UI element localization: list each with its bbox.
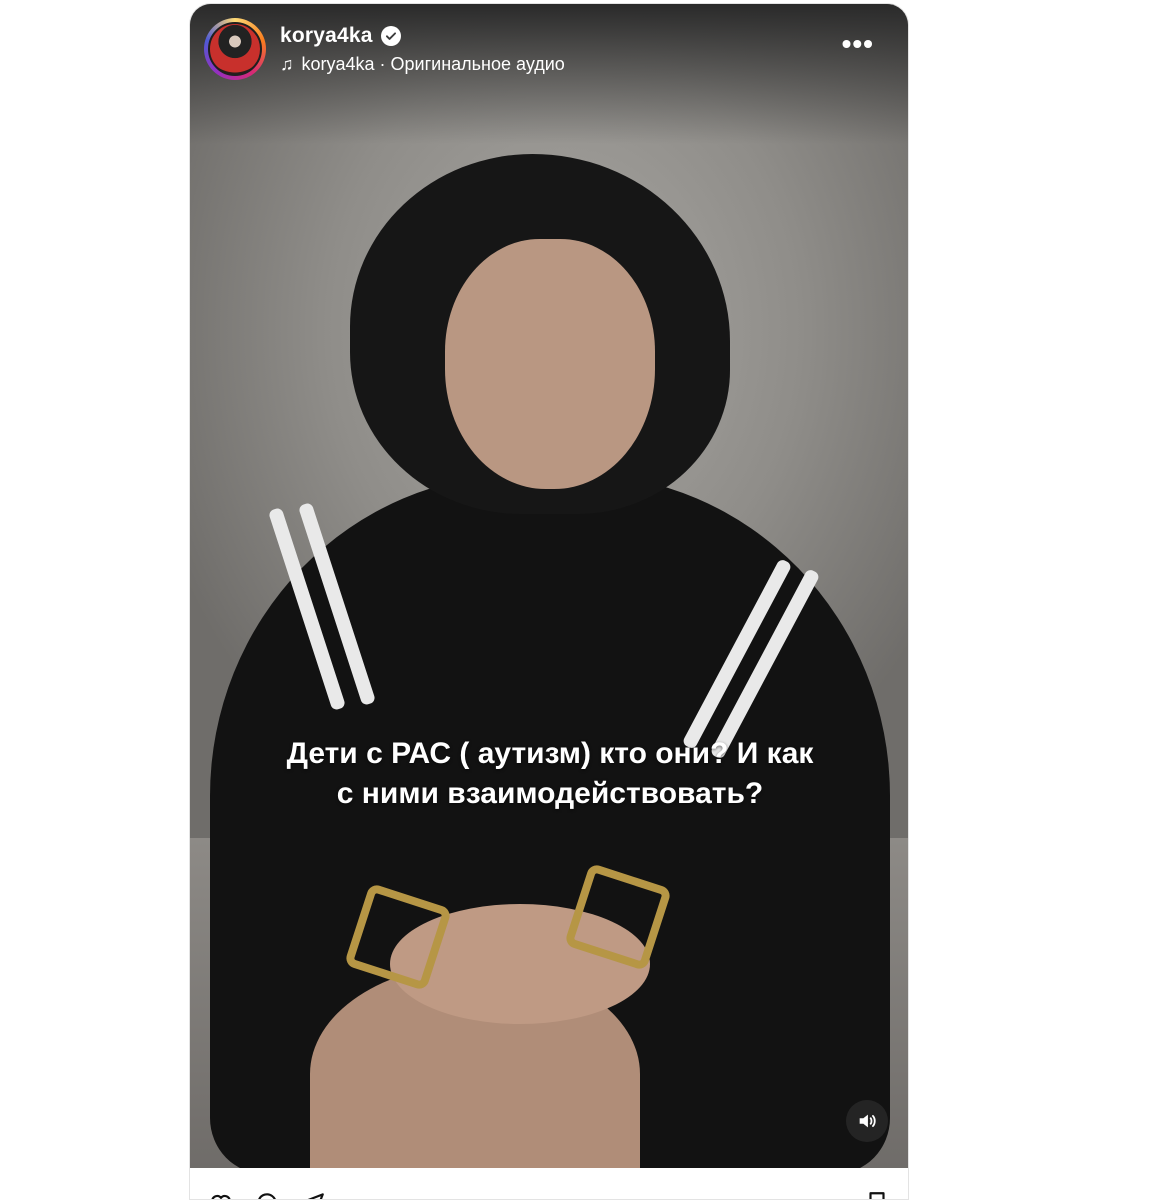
- caption-line-2: с ними взаимодействовать?: [336, 777, 764, 810]
- post-meta: korya4ka ♫ korya4ka · Оригинальное аудио: [280, 24, 565, 75]
- like-button[interactable]: [208, 1190, 234, 1199]
- reel-post-card: Дети с РАС ( аутизм) кто они? И как с ни…: [189, 3, 909, 1200]
- post-header: korya4ka ♫ korya4ka · Оригинальное аудио…: [190, 4, 908, 94]
- heart-icon: [211, 1194, 231, 1199]
- audio-row[interactable]: ♫ korya4ka · Оригинальное аудио: [280, 54, 565, 75]
- sound-on-icon: [859, 1114, 876, 1128]
- avatar-story-ring[interactable]: [204, 18, 266, 80]
- share-icon: [307, 1193, 324, 1199]
- bookmark-icon: [869, 1192, 885, 1199]
- music-note-icon: ♫: [280, 54, 294, 74]
- audio-label[interactable]: korya4ka · Оригинальное аудио: [302, 54, 565, 75]
- reel-video[interactable]: Дети с РАС ( аутизм) кто они? И как с ни…: [190, 4, 908, 1184]
- user-row: korya4ka: [280, 24, 565, 48]
- verified-badge-icon: [380, 25, 401, 46]
- more-options-icon[interactable]: •••: [834, 22, 894, 76]
- caption-line-1: Дети с РАС ( аутизм) кто они? И как: [286, 737, 814, 770]
- comment-icon: [258, 1193, 276, 1199]
- figure-face: [445, 239, 655, 489]
- username-link[interactable]: korya4ka: [280, 24, 373, 48]
- share-button[interactable]: [300, 1190, 326, 1199]
- action-bar: [190, 1168, 908, 1199]
- comment-button[interactable]: [254, 1190, 280, 1199]
- video-caption: Дети с РАС ( аутизм) кто они? И как с ни…: [190, 734, 908, 814]
- sound-toggle-button[interactable]: [846, 1100, 888, 1142]
- save-button[interactable]: [864, 1190, 890, 1199]
- avatar[interactable]: [208, 22, 262, 76]
